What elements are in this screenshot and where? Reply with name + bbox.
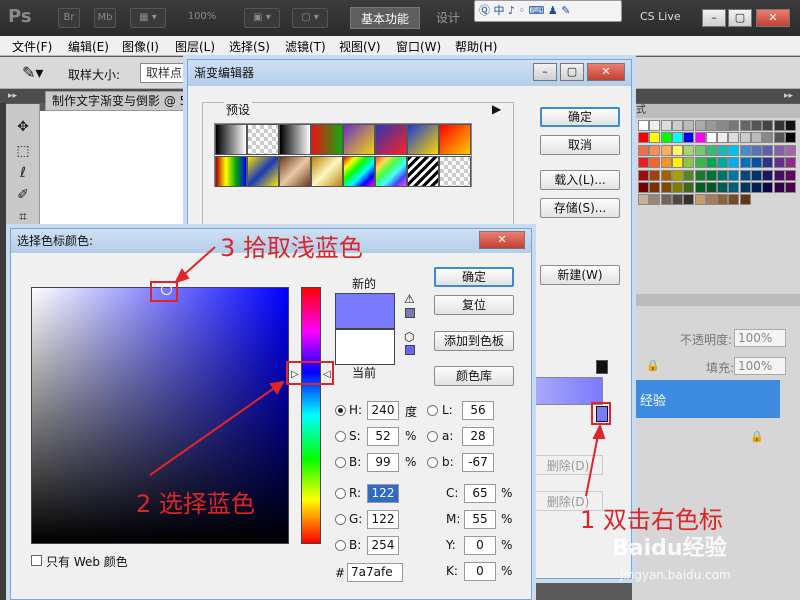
baidu-watermark-logo: Baidu经验 bbox=[612, 536, 727, 561]
step2-annotation: 2 选择蓝色 bbox=[136, 490, 255, 518]
watermark-url: jingyan.baidu.com bbox=[620, 568, 731, 582]
step1-arrow bbox=[585, 429, 600, 497]
step3-annotation: 3 拾取浅蓝色 bbox=[220, 234, 363, 262]
step1-arrowhead bbox=[592, 423, 606, 439]
step2-arrowhead bbox=[269, 380, 285, 395]
step2-arrow bbox=[149, 383, 281, 476]
